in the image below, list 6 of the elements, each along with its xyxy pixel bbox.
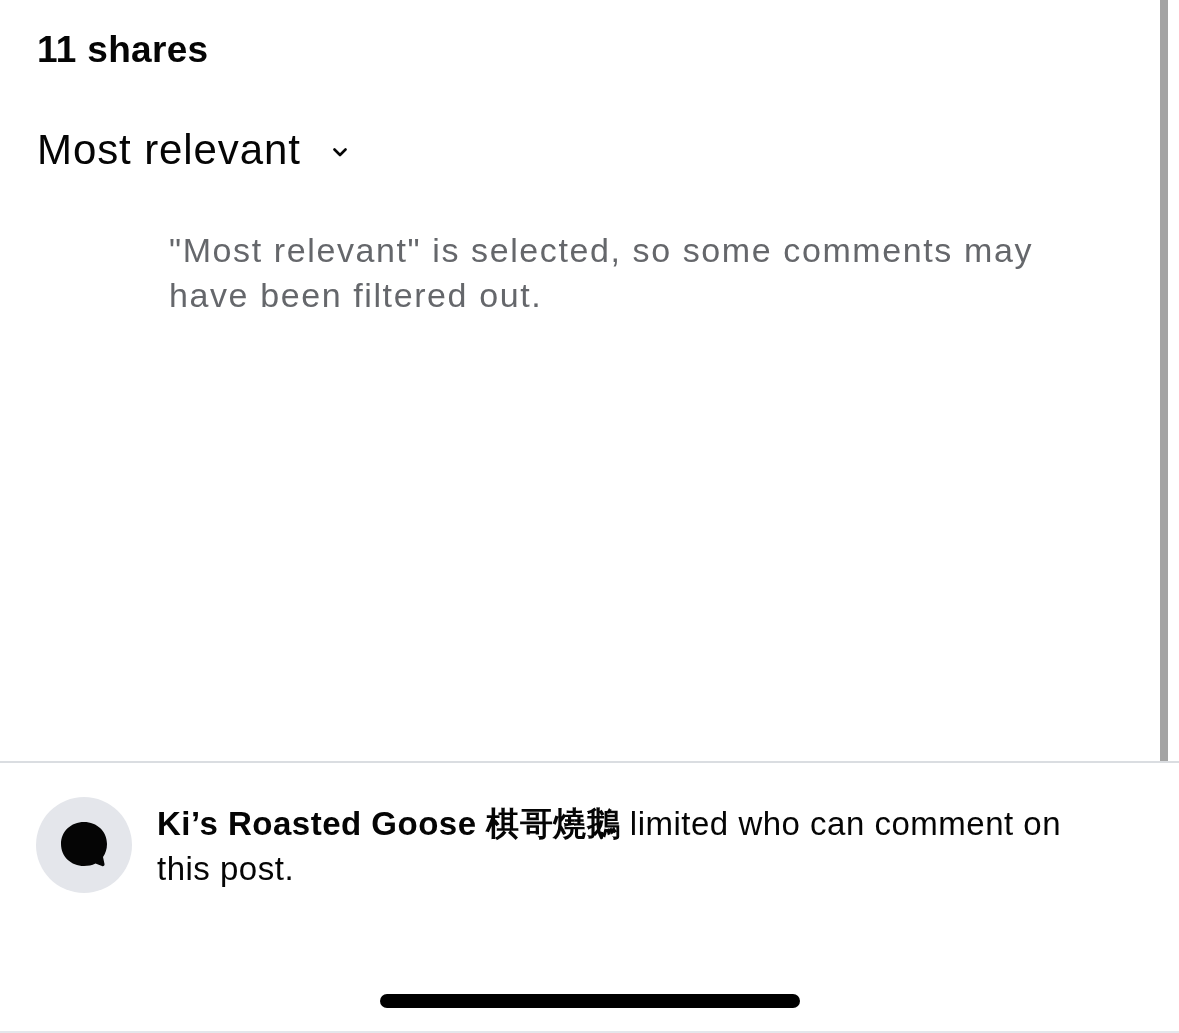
comment-restriction-notice: Ki’s Roasted Goose 棋哥燒鵝 limited who can comment on this post. [157, 804, 1063, 889]
speech-bubble-icon [36, 797, 132, 893]
filter-note: "Most relevant" is selected, so some comments may have been filtered out. [169, 230, 1035, 316]
chevron-down-icon [332, 147, 347, 157]
sort-dropdown[interactable]: Most relevant [37, 126, 347, 174]
share-count[interactable]: 11 shares [37, 27, 209, 73]
